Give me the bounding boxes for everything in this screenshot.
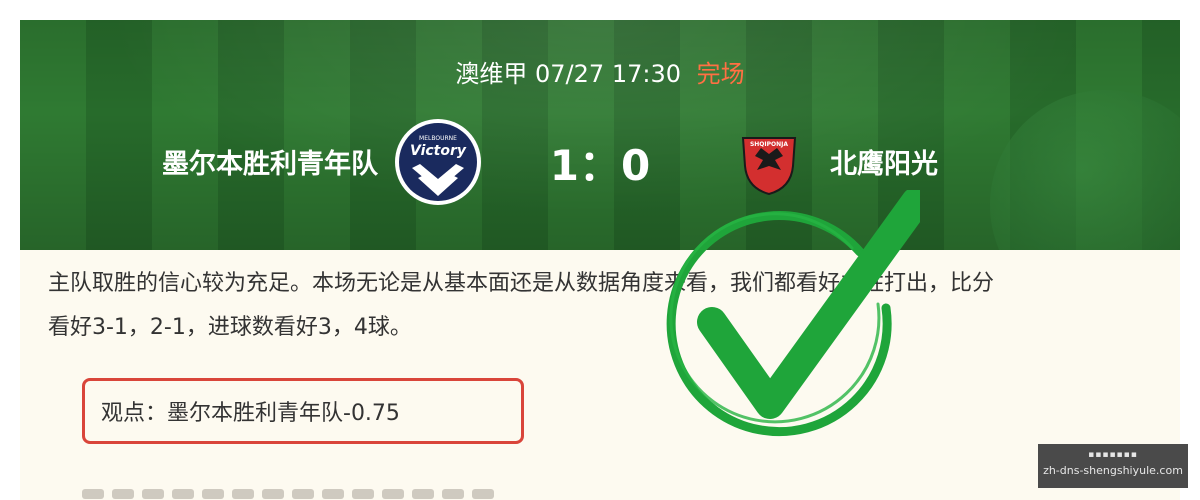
truncated-text-line: [82, 484, 542, 500]
away-team-name[interactable]: 北鹰阳光: [830, 142, 938, 181]
site-watermark: ▪▪▪▪▪▪▪ zh-dns-shengshiyule.com: [1038, 444, 1188, 488]
svg-text:SHQIPONJA: SHQIPONJA: [750, 141, 788, 148]
match-score: 1：0: [549, 141, 651, 190]
league-name: 澳维甲: [455, 60, 528, 88]
watermark-url: zh-dns-shengshiyule.com: [1043, 464, 1183, 477]
match-time: 17:30: [611, 60, 681, 88]
home-team-name[interactable]: 墨尔本胜利青年队: [162, 142, 378, 181]
article-body: 主队取胜的信心较为充足。本场无论是从基本面还是从数据角度来看，我们都看好主胜打出…: [20, 250, 1180, 500]
away-team-logo[interactable]: SHQIPONJA: [735, 130, 803, 198]
football-decoration: [990, 90, 1180, 250]
check-stamp-icon: [666, 190, 920, 437]
svg-text:MELBOURNE: MELBOURNE: [419, 135, 457, 142]
svg-text:Victory: Victory: [410, 143, 467, 159]
watermark-label: ▪▪▪▪▪▪▪: [1088, 450, 1138, 460]
analysis-paragraph: 主队取胜的信心较为充足。本场无论是从基本面还是从数据角度来看，我们都看好主胜打出…: [48, 262, 1180, 350]
page-frame: 澳维甲 07/27 17:30 完场 墨尔本胜利青年队 MELBOURNE Vi…: [20, 20, 1180, 500]
analysis-line-2: 看好3-1，2-1，进球数看好3，4球。: [48, 315, 412, 340]
match-header: 澳维甲 07/27 17:30 完场 墨尔本胜利青年队 MELBOURNE Vi…: [20, 20, 1180, 250]
opinion-text: 观点：墨尔本胜利青年队-0.75: [101, 401, 400, 426]
match-date: 07/27: [535, 60, 605, 88]
opinion-box: 观点：墨尔本胜利青年队-0.75: [82, 378, 524, 444]
home-team-logo[interactable]: MELBOURNE Victory: [394, 118, 482, 206]
match-status: 完场: [696, 60, 745, 88]
match-meta: 澳维甲 07/27 17:30 完场: [20, 54, 1180, 89]
